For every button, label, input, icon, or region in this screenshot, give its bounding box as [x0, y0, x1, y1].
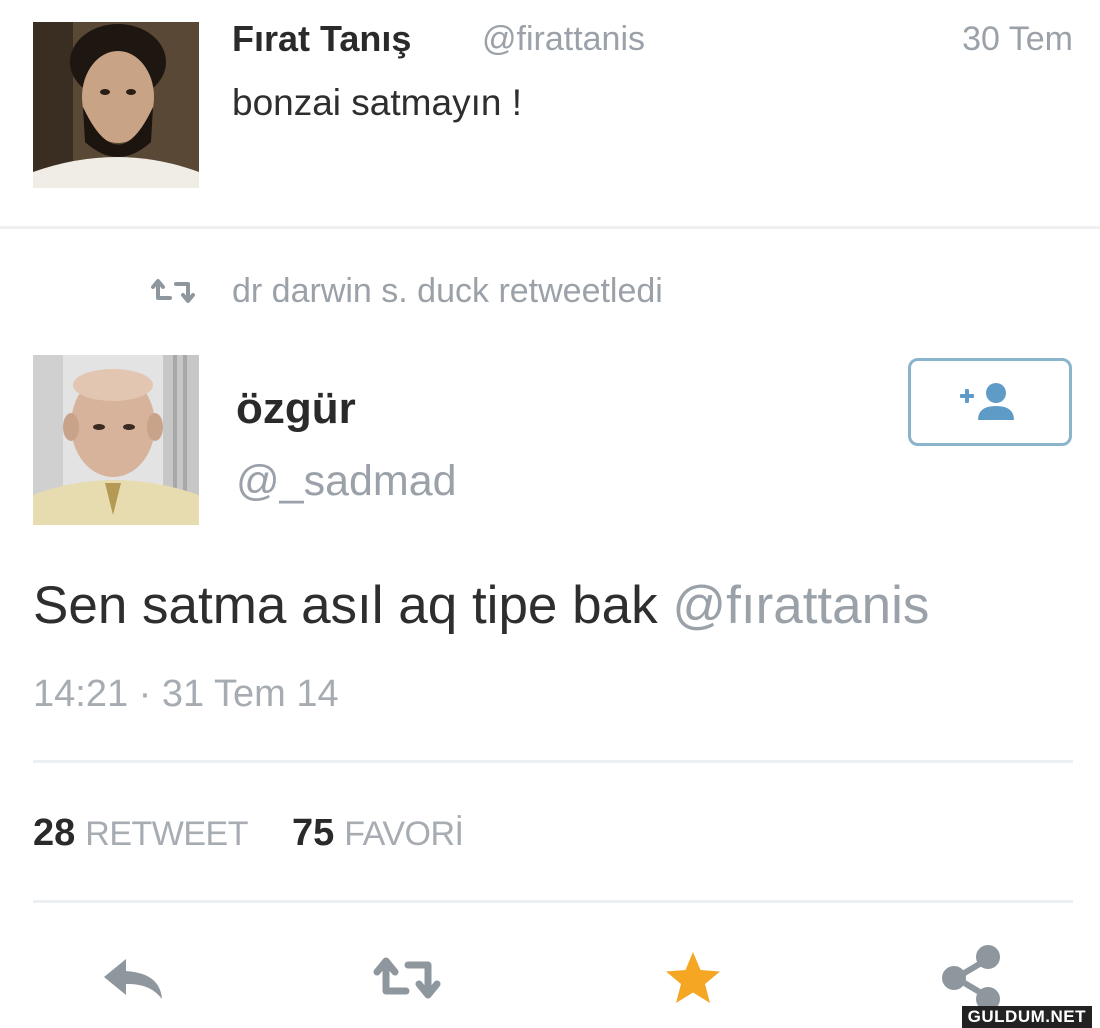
retweet-count[interactable]: 28 [33, 812, 75, 855]
tweet-timestamp: 14:21 · 31 Tem 14 [33, 673, 339, 715]
retweet-icon [150, 276, 196, 306]
author-handle[interactable]: @_sadmad [236, 457, 457, 506]
divider [0, 226, 1100, 229]
star-icon [666, 952, 720, 1003]
avatar-firat[interactable] [33, 22, 199, 188]
follow-button[interactable] [908, 358, 1072, 446]
retweet-button[interactable] [372, 945, 442, 1011]
tweet-body: Sen satma asıl aq tipe bak [33, 576, 658, 635]
avatar-ozgur[interactable] [33, 355, 199, 525]
author-name[interactable]: Fırat Tanış [232, 18, 411, 60]
favorite-count[interactable]: 75 [292, 812, 334, 855]
favorite-label[interactable]: FAVORİ [344, 815, 464, 854]
tweet-stats: 28 RETWEET 75 FAVORİ [33, 812, 464, 855]
tweet-text: bonzai satmayın ! [232, 82, 522, 123]
avatar-image [33, 22, 199, 188]
divider [33, 760, 1073, 763]
reply-icon [104, 959, 162, 999]
tweet-text: Sen satma asıl aq tipe bak @fırattanis [33, 575, 929, 636]
author-name[interactable]: özgür [236, 384, 356, 434]
retweet-icon [373, 957, 441, 999]
author-handle[interactable]: @firattanis [482, 20, 645, 59]
add-user-icon [960, 383, 1014, 420]
retweet-label[interactable]: RETWEET [85, 815, 248, 854]
avatar-image [33, 355, 199, 525]
divider [33, 900, 1073, 903]
share-button[interactable] [938, 945, 1008, 1011]
retweeted-by-label[interactable]: dr darwin s. duck retweetledi [232, 272, 663, 311]
mention-link[interactable]: @fırattanis [672, 576, 929, 635]
share-icon [942, 945, 1000, 1011]
watermark: GULDUM.NET [961, 1006, 1092, 1028]
favorite-button[interactable] [658, 945, 728, 1011]
reply-button[interactable] [100, 945, 170, 1011]
tweet-date[interactable]: 30 Tem [962, 20, 1073, 59]
